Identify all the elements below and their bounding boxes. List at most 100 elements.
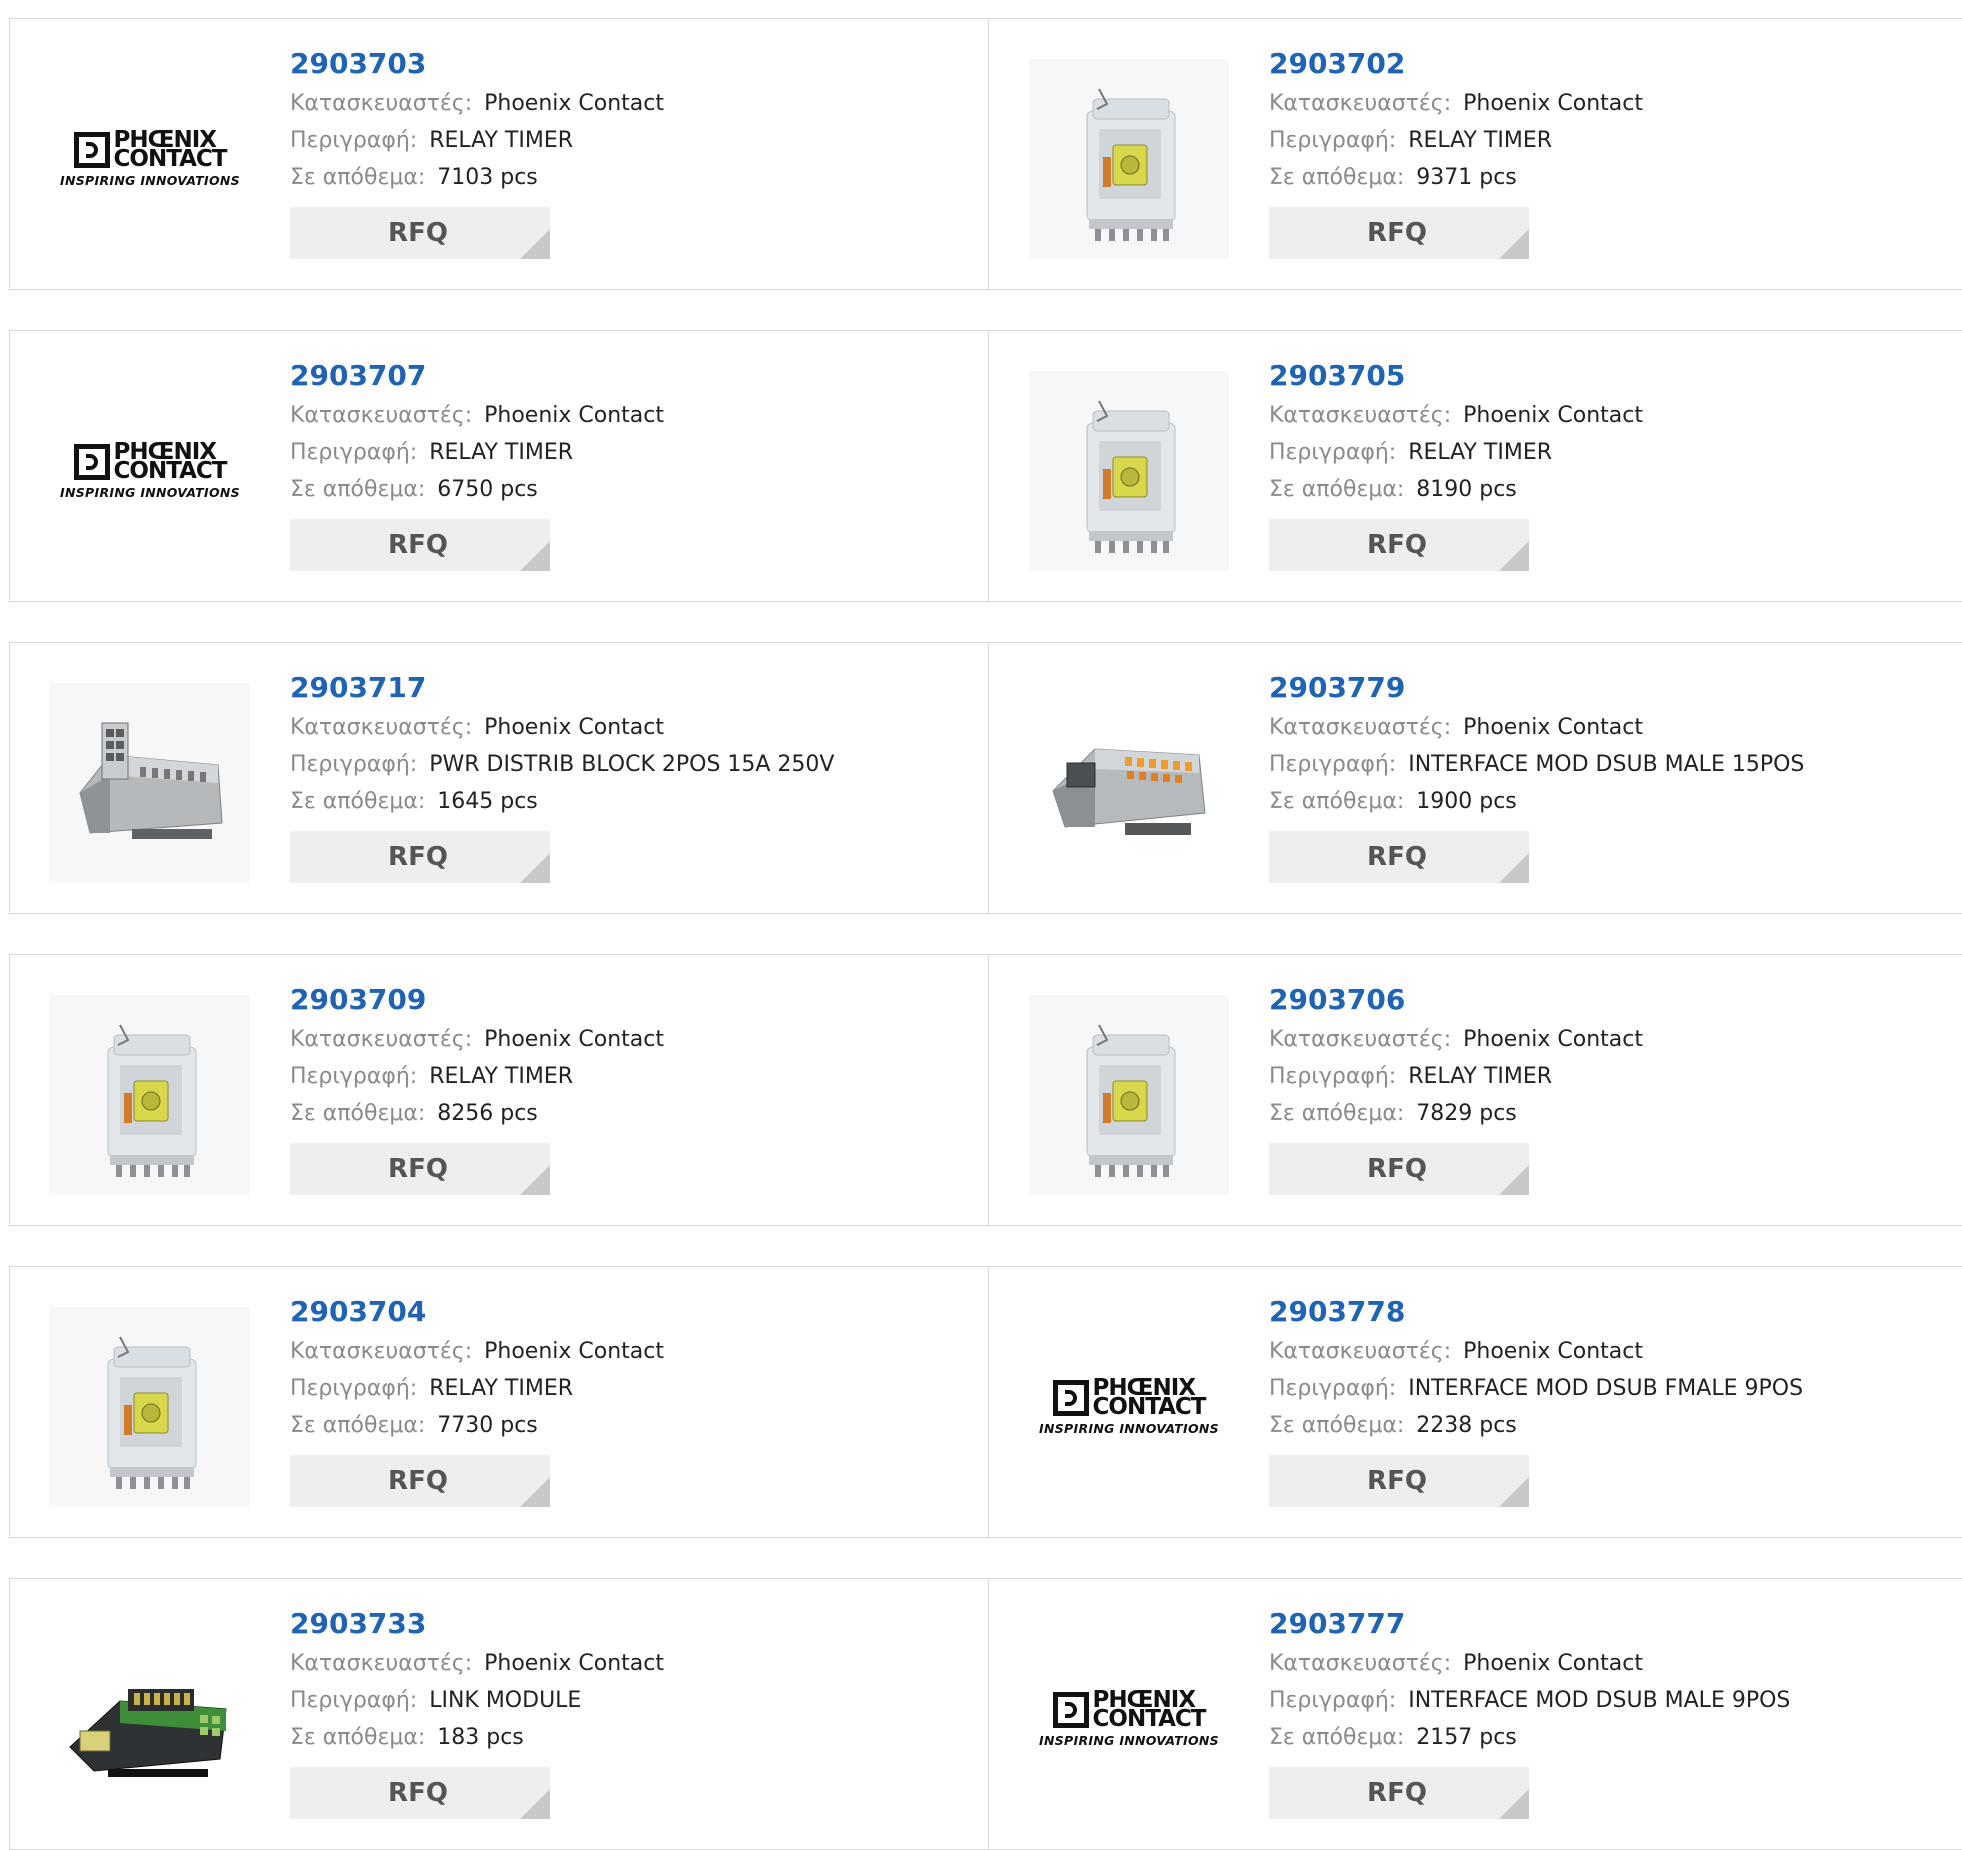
rfq-button[interactable]: RFQ: [290, 1143, 550, 1195]
description-row: Περιγραφή: RELAY TIMER: [1269, 122, 1643, 159]
part-number-link[interactable]: 2903779: [1269, 671, 1804, 709]
stock-row: Σε απόθεμα: 2238 pcs: [1269, 1407, 1803, 1444]
description-label: Περιγραφή:: [290, 440, 418, 465]
rfq-label: RFQ: [1367, 1466, 1427, 1496]
part-number-link[interactable]: 2903778: [1269, 1295, 1803, 1333]
rfq-corner-decoration: [520, 1165, 550, 1195]
manufacturer-label: Κατασκευαστές:: [290, 403, 473, 428]
stock-label: Σε απόθεμα:: [290, 1725, 426, 1750]
rfq-button[interactable]: RFQ: [290, 831, 550, 883]
part-number-link[interactable]: 2903777: [1269, 1607, 1790, 1645]
rfq-button[interactable]: RFQ: [290, 1455, 550, 1507]
stock-value: 7730 pcs: [437, 1413, 538, 1438]
rfq-corner-decoration: [520, 853, 550, 883]
manufacturer-label: Κατασκευαστές:: [1269, 1651, 1452, 1676]
rfq-button[interactable]: RFQ: [290, 1767, 550, 1819]
part-number-link[interactable]: 2903707: [290, 359, 664, 397]
product-image[interactable]: PHŒNIX CONTACT INSPIRING INNOVATIONS: [1029, 1619, 1229, 1819]
part-number-link[interactable]: 2903709: [290, 983, 664, 1021]
rfq-corner-decoration: [1499, 1477, 1529, 1507]
manufacturer-label: Κατασκευαστές:: [290, 1339, 473, 1364]
product-image[interactable]: PHŒNIX CONTACT INSPIRING INNOVATIONS: [50, 371, 250, 571]
stock-row: Σε απόθεμα: 6750 pcs: [290, 471, 664, 508]
stock-label: Σε απόθεμα:: [1269, 1725, 1405, 1750]
stock-value: 9371 pcs: [1416, 165, 1517, 190]
product-image[interactable]: [50, 1307, 250, 1507]
rfq-button[interactable]: RFQ: [1269, 1455, 1529, 1507]
relay-photo: [50, 1307, 250, 1507]
rfq-button[interactable]: RFQ: [1269, 1767, 1529, 1819]
description-row: Περιγραφή: PWR DISTRIB BLOCK 2POS 15A 250…: [290, 746, 834, 783]
product-image[interactable]: [50, 683, 250, 883]
logo-tagline: INSPIRING INNOVATIONS: [1039, 1420, 1219, 1436]
manufacturer-value: Phoenix Contact: [1463, 715, 1643, 740]
product-card: 2903709 Κατασκευαστές: Phoenix Contact Πε…: [9, 954, 989, 1226]
manufacturer-value: Phoenix Contact: [1463, 91, 1643, 116]
product-image[interactable]: [1029, 371, 1229, 571]
stock-value: 7829 pcs: [1416, 1101, 1517, 1126]
rfq-corner-decoration: [1499, 541, 1529, 571]
manufacturer-row: Κατασκευαστές: Phoenix Contact: [290, 1021, 664, 1058]
part-number-link[interactable]: 2903706: [1269, 983, 1643, 1021]
stock-row: Σε απόθεμα: 8256 pcs: [290, 1095, 664, 1132]
rfq-button[interactable]: RFQ: [290, 207, 550, 259]
part-number-link[interactable]: 2903703: [290, 47, 664, 85]
product-image[interactable]: [1029, 59, 1229, 259]
rfq-button[interactable]: RFQ: [1269, 207, 1529, 259]
manufacturer-row: Κατασκευαστές: Phoenix Contact: [1269, 1645, 1790, 1682]
rfq-label: RFQ: [1367, 218, 1427, 248]
rfq-button[interactable]: RFQ: [1269, 519, 1529, 571]
product-image[interactable]: [1029, 995, 1229, 1195]
description-label: Περιγραφή:: [1269, 128, 1397, 153]
description-label: Περιγραφή:: [290, 1064, 418, 1089]
part-number-link[interactable]: 2903733: [290, 1607, 664, 1645]
product-image[interactable]: [50, 995, 250, 1195]
product-info: 2903705 Κατασκευαστές: Phoenix Contact Πε…: [1269, 359, 1643, 571]
description-label: Περιγραφή:: [1269, 1376, 1397, 1401]
product-card: PHŒNIX CONTACT INSPIRING INNOVATIONS 29037…: [9, 18, 989, 290]
rfq-label: RFQ: [388, 1778, 448, 1808]
rfq-corner-decoration: [1499, 1789, 1529, 1819]
logo-line2: CONTACT: [1092, 1705, 1207, 1732]
stock-row: Σε απόθεμα: 7103 pcs: [290, 159, 664, 196]
manufacturer-label: Κατασκευαστές:: [1269, 91, 1452, 116]
description-value: RELAY TIMER: [1408, 440, 1553, 465]
rfq-button[interactable]: RFQ: [1269, 831, 1529, 883]
product-info: 2903704 Κατασκευαστές: Phoenix Contact Πε…: [290, 1295, 664, 1507]
product-image[interactable]: PHŒNIX CONTACT INSPIRING INNOVATIONS: [1029, 1307, 1229, 1507]
part-number-link[interactable]: 2903704: [290, 1295, 664, 1333]
description-value: RELAY TIMER: [429, 1064, 574, 1089]
rfq-button[interactable]: RFQ: [1269, 1143, 1529, 1195]
logo-line2: CONTACT: [1092, 1393, 1207, 1420]
product-row: 2903704 Κατασκευαστές: Phoenix Contact Πε…: [9, 1266, 1962, 1538]
product-image[interactable]: PHŒNIX CONTACT INSPIRING INNOVATIONS: [50, 59, 250, 259]
description-value: PWR DISTRIB BLOCK 2POS 15A 250V: [429, 752, 835, 777]
part-number-link[interactable]: 2903717: [290, 671, 834, 709]
rfq-button[interactable]: RFQ: [290, 519, 550, 571]
description-label: Περιγραφή:: [1269, 440, 1397, 465]
product-info: 2903777 Κατασκευαστές: Phoenix Contact Πε…: [1269, 1607, 1790, 1819]
manufacturer-label: Κατασκευαστές:: [1269, 1027, 1452, 1052]
manufacturer-row: Κατασκευαστές: Phoenix Contact: [1269, 1333, 1803, 1370]
rfq-label: RFQ: [1367, 842, 1427, 872]
product-row: 2903717 Κατασκευαστές: Phoenix Contact Πε…: [9, 642, 1962, 914]
manufacturer-row: Κατασκευαστές: Phoenix Contact: [290, 85, 664, 122]
manufacturer-label: Κατασκευαστές:: [290, 91, 473, 116]
product-info: 2903779 Κατασκευαστές: Phoenix Contact Πε…: [1269, 671, 1804, 883]
product-image[interactable]: [1029, 683, 1229, 883]
part-number-link[interactable]: 2903702: [1269, 47, 1643, 85]
product-info: 2903702 Κατασκευαστές: Phoenix Contact Πε…: [1269, 47, 1643, 259]
manufacturer-row: Κατασκευαστές: Phoenix Contact: [290, 709, 834, 746]
stock-row: Σε απόθεμα: 183 pcs: [290, 1719, 664, 1756]
interface-module-photo: [1029, 683, 1229, 883]
description-label: Περιγραφή:: [290, 128, 418, 153]
rfq-corner-decoration: [520, 229, 550, 259]
description-label: Περιγραφή:: [1269, 752, 1397, 777]
product-image[interactable]: [50, 1619, 250, 1819]
logo-tagline: INSPIRING INNOVATIONS: [60, 172, 240, 188]
description-row: Περιγραφή: LINK MODULE: [290, 1682, 664, 1719]
part-number-link[interactable]: 2903705: [1269, 359, 1643, 397]
stock-value: 183 pcs: [437, 1725, 524, 1750]
rfq-corner-decoration: [520, 1789, 550, 1819]
description-row: Περιγραφή: RELAY TIMER: [1269, 1058, 1643, 1095]
